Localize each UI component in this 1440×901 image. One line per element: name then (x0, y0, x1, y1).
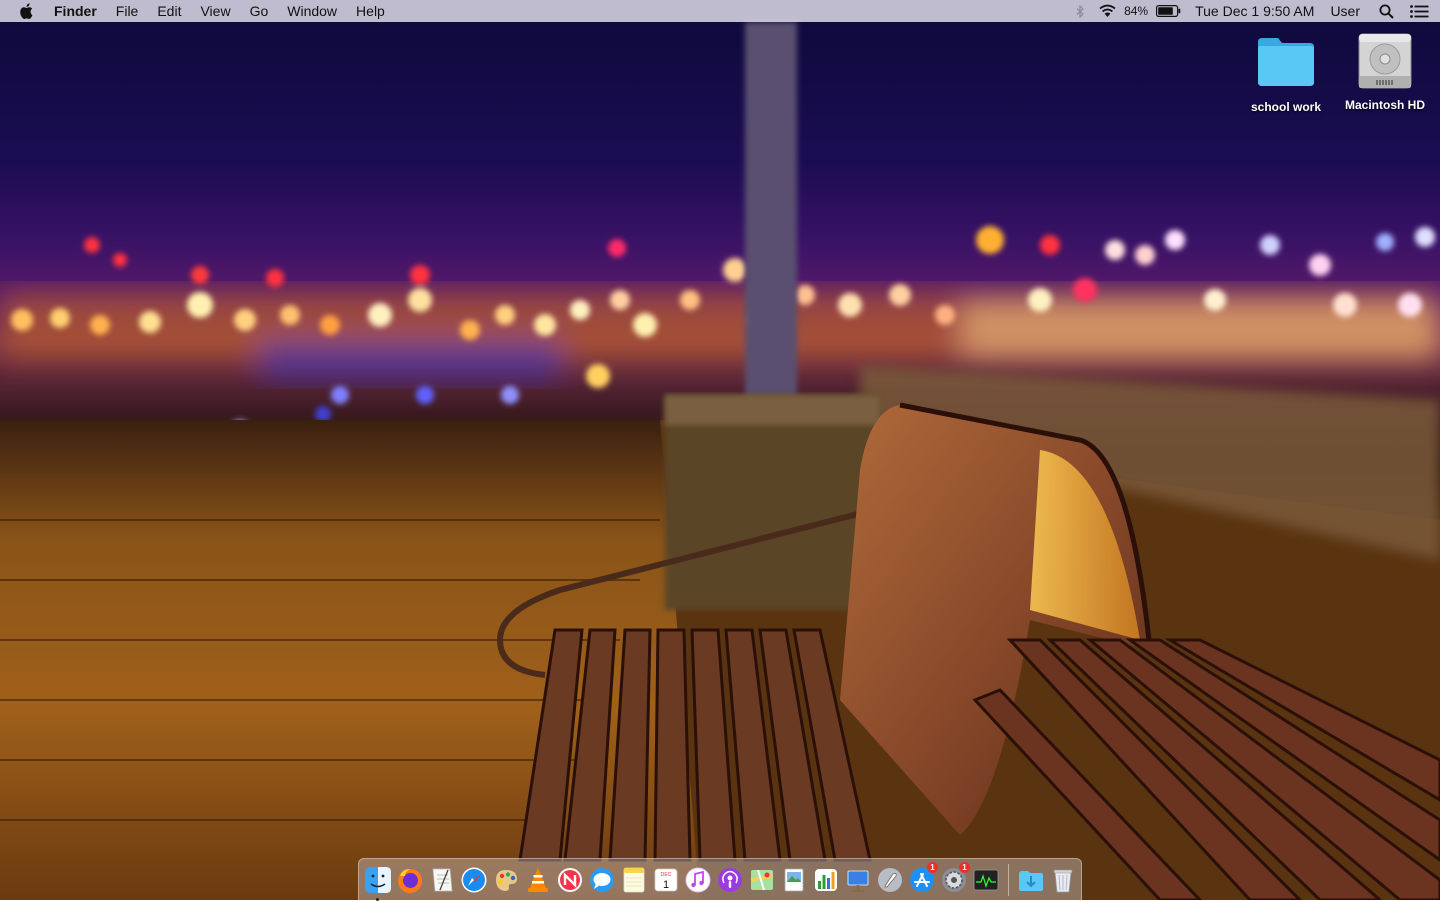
keynote-icon (847, 870, 869, 892)
menu-bar-status: 84% Tue Dec 1 9:50 AM User (1068, 0, 1440, 22)
wifi-icon[interactable] (1092, 0, 1122, 22)
dock-notes[interactable] (618, 864, 650, 896)
dock-podcasts[interactable] (714, 864, 746, 896)
dock: DEC 1 1 1 (358, 858, 1082, 901)
textedit-icon (432, 868, 453, 891)
menu-go[interactable]: Go (240, 0, 278, 22)
vlc-icon (528, 867, 548, 892)
desktop-wallpaper (0, 0, 1440, 900)
menu-window[interactable]: Window (278, 0, 347, 22)
calendar-month: DEC (661, 872, 672, 878)
activity-monitor-icon (973, 869, 999, 890)
notification-badge: 1 (959, 861, 970, 873)
wallpaper-image (0, 22, 1440, 900)
menu-bar-left: Finder File Edit View Go Window Help (0, 0, 394, 22)
search-icon[interactable] (1374, 0, 1398, 22)
dock-keynote[interactable] (842, 864, 874, 896)
dock-firefox[interactable] (394, 864, 426, 896)
desktop-icon-school-work[interactable]: school work (1236, 32, 1336, 114)
pixelmator-icon (496, 869, 517, 891)
dock-pixelmator[interactable] (490, 864, 522, 896)
desktop-icon-label: school work (1250, 100, 1321, 114)
dock-separator (1008, 863, 1009, 896)
menu-view[interactable]: View (191, 0, 240, 22)
calendar-day: 1 (663, 879, 669, 891)
desktop-icon-label: Macintosh HD (1344, 98, 1425, 112)
apple-logo-icon[interactable] (0, 0, 52, 22)
trash-icon (1053, 869, 1073, 892)
running-indicator (376, 897, 379, 901)
dock-app-store[interactable]: 1 (906, 861, 938, 896)
calendar-icon: DEC 1 (654, 868, 678, 891)
messages-icon (590, 867, 614, 892)
dock-finder[interactable] (362, 864, 394, 901)
folder-icon (1254, 32, 1318, 92)
dock-launchpad[interactable] (874, 864, 906, 896)
dock-itunes[interactable] (682, 864, 714, 896)
launchpad-icon (878, 867, 902, 892)
dock-trash[interactable] (1047, 864, 1079, 896)
safari-icon (461, 867, 487, 892)
dock-vlc[interactable] (522, 864, 554, 896)
dock-safari[interactable] (458, 864, 490, 896)
downloads-folder-icon (1019, 870, 1043, 891)
dock-numbers[interactable] (810, 864, 842, 896)
dock-textedit[interactable] (426, 864, 458, 896)
menu-edit[interactable]: Edit (148, 0, 191, 22)
maps-icon (750, 869, 774, 890)
clock[interactable]: Tue Dec 1 9:50 AM (1195, 0, 1330, 22)
preview-icon (784, 868, 804, 891)
menu-help[interactable]: Help (347, 0, 395, 22)
dock-downloads[interactable] (1015, 864, 1047, 896)
notes-icon (623, 867, 645, 892)
dock-preview[interactable] (778, 864, 810, 896)
dock-maps[interactable] (746, 864, 778, 896)
dock-messages[interactable] (586, 864, 618, 896)
dock-calendar[interactable]: DEC 1 (650, 864, 682, 896)
battery-icon[interactable] (1153, 0, 1183, 22)
firefox-icon (398, 868, 422, 893)
notification-badge: 1 (927, 861, 938, 873)
podcasts-icon (718, 867, 742, 892)
desktop-icon-macintosh-hd[interactable]: Macintosh HD (1335, 30, 1435, 112)
bluetooth-icon[interactable] (1068, 0, 1092, 22)
itunes-icon (685, 867, 711, 892)
finder-icon (365, 866, 391, 893)
menu-app-name[interactable]: Finder (52, 0, 106, 22)
numbers-icon (815, 868, 837, 891)
hard-drive-icon (1353, 30, 1417, 90)
user-menu[interactable]: User (1330, 0, 1374, 22)
news-icon (558, 867, 582, 892)
dock-activity-monitor[interactable] (970, 864, 1002, 896)
dock-news[interactable] (554, 864, 586, 896)
menu-file[interactable]: File (106, 0, 148, 22)
notification-center-icon[interactable] (1398, 0, 1440, 22)
menu-bar: Finder File Edit View Go Window Help 84%… (0, 0, 1440, 22)
battery-percent[interactable]: 84% (1122, 0, 1153, 22)
dock-system-preferences[interactable]: 1 (938, 861, 970, 896)
